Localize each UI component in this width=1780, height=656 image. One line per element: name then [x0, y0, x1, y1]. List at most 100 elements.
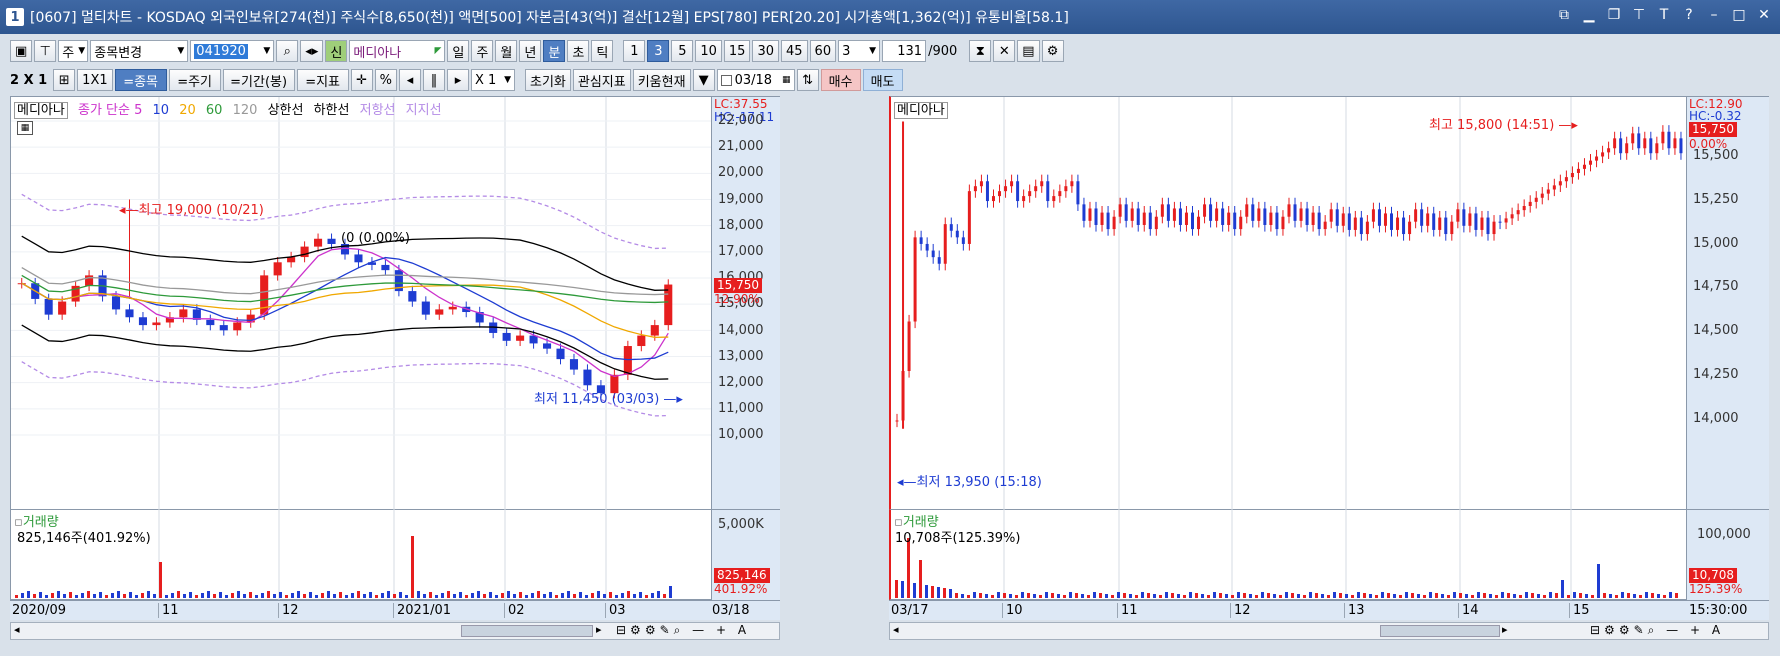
speaker-icon[interactable]: ◂▸ — [300, 40, 324, 62]
volume-bar — [153, 594, 156, 598]
chevron-down-icon[interactable]: ▼ — [692, 69, 715, 91]
chart-link-icon[interactable]: ⇅ — [796, 69, 819, 91]
pause-icon[interactable]: ‖ — [422, 69, 445, 91]
candle-body — [273, 262, 282, 276]
candle-body — [1064, 186, 1068, 192]
save-icon[interactable]: ▤ — [1017, 40, 1040, 62]
kiwoom-now-button[interactable]: 키움현재 — [632, 69, 691, 91]
volume-bar — [1051, 593, 1054, 598]
table-icon[interactable]: ▦ — [17, 121, 33, 135]
stock-change-select[interactable]: 종목변경 ▼ — [90, 40, 189, 62]
candle-body — [1450, 221, 1454, 235]
crosshair-icon[interactable]: ✕ — [993, 40, 1016, 62]
search-icon[interactable]: ⌕ — [276, 40, 299, 62]
legend-lower: 하한선 — [313, 103, 350, 118]
period-day[interactable]: 일 — [447, 40, 470, 62]
checkbox[interactable] — [720, 74, 732, 86]
interval-3[interactable]: 3 — [647, 40, 670, 62]
percent-icon[interactable]: % — [374, 69, 397, 91]
arrow-icon: ◂ — [119, 203, 126, 218]
right-price-panel[interactable]: 메디아나 최고 15,800 (14:51) —▸ ◂—최저 13,950 (1… — [889, 96, 1769, 511]
reset-button[interactable]: 초기화 — [524, 69, 571, 91]
period-month[interactable]: 월 — [495, 40, 518, 62]
scroll-thumb[interactable] — [461, 625, 593, 637]
volume-bar — [459, 592, 462, 598]
next-icon[interactable]: ▸ — [446, 69, 469, 91]
interval-10[interactable]: 10 — [695, 40, 722, 62]
pin-top-icon[interactable]: ⊤ — [34, 40, 57, 62]
grid-icon[interactable]: ⊞ — [53, 69, 76, 91]
interval-60[interactable]: 60 — [809, 40, 837, 62]
volume-bar — [357, 591, 360, 598]
minimize-icon[interactable]: – — [1706, 7, 1722, 23]
maximize-icon[interactable]: □ — [1731, 7, 1747, 23]
bar-count-input[interactable]: 131 — [882, 40, 927, 62]
volume-bar — [279, 592, 282, 598]
same-stock-button[interactable]: =종목 — [114, 69, 167, 91]
period-second[interactable]: 초 — [567, 40, 590, 62]
interval-15[interactable]: 15 — [723, 40, 751, 62]
scroll-thumb[interactable] — [1380, 625, 1500, 637]
link-icon[interactable]: ⧉ — [1556, 7, 1572, 23]
pin-icon[interactable]: ⊤ — [1631, 7, 1647, 23]
minimize-group-icon[interactable]: ▁ — [1581, 7, 1597, 23]
interval-30[interactable]: 30 — [752, 40, 779, 62]
calendar-icon[interactable]: ▦ — [778, 75, 791, 85]
move-icon[interactable]: ✛ — [350, 69, 373, 91]
volume-bar — [27, 591, 30, 598]
close-icon[interactable]: ✕ — [1756, 7, 1772, 23]
period-minute[interactable]: 분 — [543, 40, 566, 62]
right-scrollbar[interactable]: ◂ ▸ ⊟⚙⚙✎⌕ — + A — [889, 622, 1769, 640]
chart-tool-icon[interactable]: ⧗ — [969, 40, 992, 62]
scroll-right-icon[interactable]: ▸ — [596, 623, 602, 636]
stock-name-field[interactable]: 메디아나 ◤ — [349, 40, 446, 62]
same-range-button[interactable]: =기간(봉) — [222, 69, 295, 91]
candle-body — [1643, 138, 1647, 149]
volume-bar — [465, 595, 468, 598]
gear-icon[interactable]: ⚙ — [1041, 40, 1064, 62]
interval-45[interactable]: 45 — [781, 40, 808, 62]
left-scrollbar[interactable]: ◂ ▸ ⊟⚙⚙✎⌕ — + A — [10, 622, 780, 640]
interval-select[interactable]: 3 ▼ — [838, 40, 881, 62]
scroll-right-icon[interactable]: ▸ — [1502, 623, 1508, 636]
font-icon[interactable]: T — [1656, 7, 1672, 23]
period-week[interactable]: 주 — [471, 40, 494, 62]
market-select[interactable]: 주 ▼ — [58, 40, 89, 62]
prev-icon[interactable]: ◂ — [398, 69, 421, 91]
sell-button[interactable]: 매도 — [862, 69, 903, 91]
period-tick[interactable]: 틱 — [591, 40, 614, 62]
volume-bar — [1297, 594, 1300, 598]
left-price-panel[interactable]: 메디아나 종가 단순 5 10 20 60 120 상한선 하한선 저항선 지지… — [10, 96, 780, 511]
date-field[interactable]: 03/18 ▦ — [716, 69, 795, 91]
candle-body — [1655, 143, 1659, 154]
layout-1x1-button[interactable]: 1X1 — [77, 69, 113, 91]
zoom-tools[interactable]: ⊟⚙⚙✎⌕ — + A — [616, 623, 750, 638]
left-volume-panel[interactable]: ▫거래량 825,146주(401.92%) 5,000K 825,146 40… — [10, 510, 780, 600]
right-y-tick: 14,500 — [1693, 323, 1739, 339]
volume-bar — [1273, 594, 1276, 598]
interest-indicator-button[interactable]: 관심지표 — [572, 69, 631, 91]
zoom-select[interactable]: X 1 ▼ — [470, 69, 515, 91]
right-volume-panel[interactable]: ▫거래량 10,708주(125.39%) 100,000 10,708 125… — [889, 510, 1769, 600]
same-indicator-button[interactable]: =지표 — [296, 69, 349, 91]
volume-bar — [177, 591, 180, 598]
buy-button[interactable]: 매수 — [820, 69, 861, 91]
same-period-button[interactable]: =주기 — [168, 69, 221, 91]
help-icon[interactable]: ? — [1681, 7, 1697, 23]
volume-bar — [1183, 595, 1186, 598]
tile-icon[interactable]: ❐ — [1606, 7, 1622, 23]
volume-bar — [483, 594, 486, 598]
candle-body — [1601, 152, 1605, 157]
stock-code-input[interactable]: 041920 ▼ — [190, 40, 275, 62]
interval-5[interactable]: 5 — [671, 40, 694, 62]
volume-bar — [1393, 594, 1396, 598]
stock-mode-button[interactable]: 신 — [325, 40, 348, 62]
period-year[interactable]: 년 — [519, 40, 542, 62]
volume-bar — [1135, 595, 1138, 598]
interval-1[interactable]: 1 — [623, 40, 646, 62]
scroll-left-icon[interactable]: ◂ — [893, 623, 899, 636]
layout-icon[interactable]: ▣ — [10, 40, 33, 62]
candle-body — [260, 275, 269, 315]
zoom-tools[interactable]: ⊟⚙⚙✎⌕ — + A — [1590, 623, 1724, 638]
scroll-left-icon[interactable]: ◂ — [14, 623, 20, 636]
